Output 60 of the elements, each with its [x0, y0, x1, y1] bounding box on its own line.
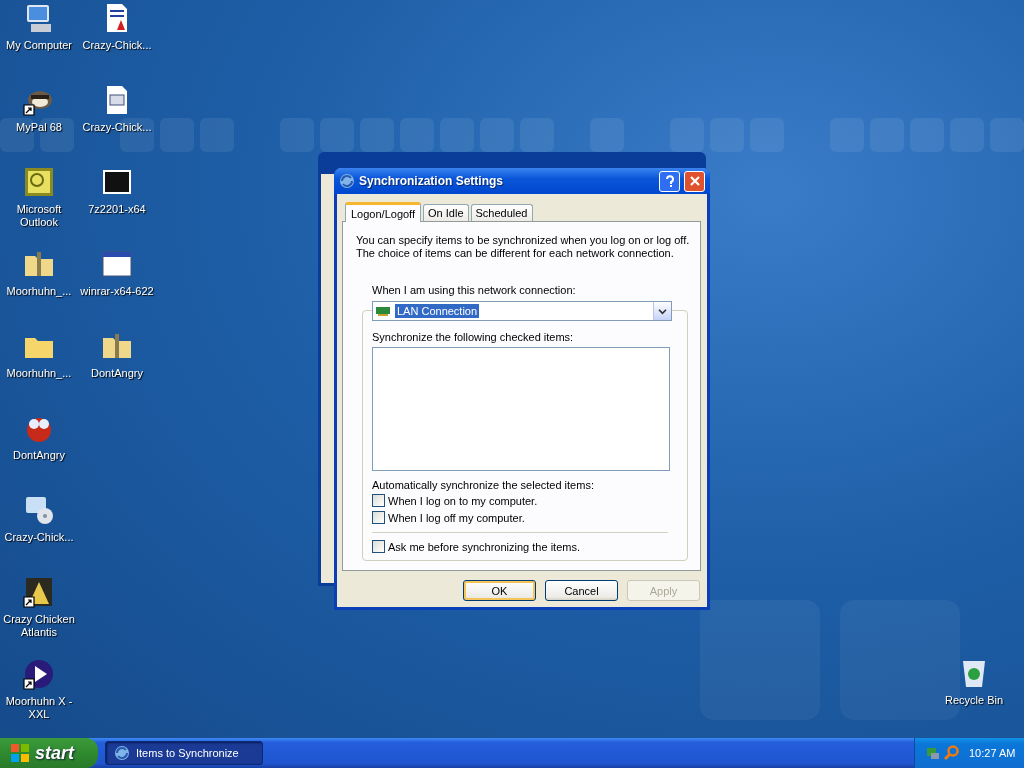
dropdown-value: LAN Connection — [395, 304, 480, 318]
icon-label[interactable]: Crazy-Chick... — [79, 121, 155, 134]
game-icon[interactable] — [23, 576, 55, 608]
icon-label[interactable]: Moorhuhn X - XXL — [1, 695, 77, 721]
icon-label[interactable]: Crazy-Chick... — [79, 39, 155, 52]
icon-label[interactable]: Moorhuhn_... — [1, 367, 77, 380]
checkbox[interactable] — [372, 511, 385, 524]
tab[interactable]: Scheduled — [470, 204, 533, 221]
wallpaper-tile — [670, 118, 704, 152]
window-title: Synchronization Settings — [359, 174, 504, 188]
close-icon — [688, 175, 701, 187]
icon-label[interactable]: DontAngry — [79, 367, 155, 380]
icon-label[interactable]: Moorhuhn_... — [1, 285, 77, 298]
network-card-icon — [375, 305, 391, 317]
checkbox-label[interactable]: When I log on to my computer. — [388, 494, 538, 507]
auto-sync-label: Automatically synchronize the selected items: — [372, 479, 595, 492]
description-text: You can specify items to be synchronized when you log on or log off. The choice of items can be different for each network connection. — [356, 234, 691, 260]
icon-label[interactable]: MyPal 68 — [1, 121, 77, 134]
close-button[interactable] — [684, 170, 705, 192]
help-button[interactable] — [659, 170, 680, 192]
dialog-button[interactable]: OK — [463, 580, 536, 601]
icon-label[interactable]: DontAngry — [1, 449, 77, 462]
wallpaper-tile — [590, 118, 624, 152]
icon-label[interactable]: Recycle Bin — [936, 694, 1012, 707]
wallpaper-tile — [360, 118, 394, 152]
outlook-icon[interactable] — [23, 166, 55, 198]
wallpaper-tile — [440, 118, 474, 152]
icon-label[interactable]: Crazy-Chick... — [1, 531, 77, 544]
items-label: Synchronize the following checked items: — [372, 331, 575, 344]
taskbar-button[interactable]: Items to Synchronize — [105, 741, 263, 765]
window-icon[interactable] — [101, 248, 133, 280]
icon-label[interactable]: 7z2201-x64 — [79, 203, 155, 216]
icon-label[interactable]: Crazy Chicken Atlantis — [1, 613, 77, 639]
sync-icon — [339, 173, 355, 189]
help-icon — [663, 175, 676, 187]
chevron-icon — [658, 307, 667, 315]
dialog-button[interactable]: Cancel — [545, 580, 618, 601]
checkbox-label[interactable]: Ask me before synchronizing the items. — [388, 540, 580, 553]
checkbox-label[interactable]: When I log off my computer. — [388, 511, 525, 524]
play-icon[interactable] — [23, 658, 55, 690]
wallpaper-tile — [520, 118, 554, 152]
clock: 10:27 AM — [969, 747, 1016, 759]
tab[interactable]: On Idle — [423, 204, 469, 221]
wallpaper-tile — [400, 118, 434, 152]
items-list[interactable] — [372, 347, 670, 471]
start-button[interactable]: start — [0, 738, 98, 768]
connection-dropdown[interactable]: LAN Connection — [372, 301, 672, 321]
checkbox[interactable] — [372, 540, 385, 553]
tab[interactable]: Logon/Logoff — [345, 202, 422, 222]
icon-label[interactable]: winrar-x64-622 — [79, 285, 155, 298]
icon-label[interactable]: Microsoft Outlook — [1, 203, 77, 229]
windows-flag-icon — [10, 743, 30, 763]
icon-label[interactable]: My Computer — [1, 39, 77, 52]
sync-icon — [114, 745, 130, 761]
dropdown-button[interactable] — [653, 302, 671, 320]
connection-label: When I am using this network connection: — [372, 284, 577, 297]
checkbox[interactable] — [372, 494, 385, 507]
cd-computer-icon[interactable] — [23, 494, 55, 526]
wallpaper-tile — [320, 118, 354, 152]
wallpaper-tile — [480, 118, 514, 152]
